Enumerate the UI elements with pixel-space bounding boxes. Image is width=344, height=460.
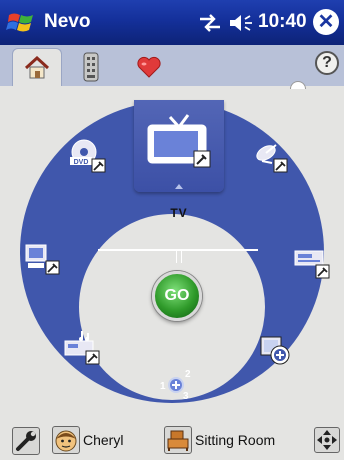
numbers-icon[interactable]: 2 1 3 (156, 365, 196, 403)
settings-button[interactable] (12, 427, 40, 455)
four-way-arrow-icon (317, 430, 337, 450)
armchair-icon (167, 430, 189, 451)
satellite-dish-icon[interactable] (252, 139, 292, 177)
dvd-label: DVD (74, 159, 89, 166)
navigation-button[interactable] (314, 427, 340, 453)
room-icon-box (164, 426, 192, 454)
app-window: ? TV GO DVD 2 1 3 Cheryl Sitting Room (0, 45, 344, 460)
clock[interactable]: 10:40 (258, 11, 307, 33)
home-icon (24, 55, 50, 78)
connectivity-icon[interactable] (198, 14, 222, 32)
close-button[interactable]: ✕ (313, 9, 339, 35)
user-selector[interactable]: Cheryl (52, 425, 123, 455)
chevron-up-icon (175, 184, 183, 189)
room-selector[interactable]: Sitting Room (164, 425, 275, 455)
tab-home[interactable] (12, 48, 62, 86)
dvd-icon[interactable]: DVD (66, 137, 106, 175)
tab-remote[interactable] (66, 48, 116, 86)
add-device-icon[interactable] (258, 333, 298, 371)
go-button[interactable]: GO (152, 271, 202, 321)
wrench-icon (16, 431, 36, 451)
computer-icon[interactable] (22, 241, 62, 279)
speaker-icon[interactable] (228, 13, 254, 33)
scroll-indicator[interactable] (290, 81, 306, 89)
tab-favorites[interactable] (124, 48, 174, 86)
face-icon (55, 430, 77, 452)
number-2-label: 2 (185, 369, 191, 380)
tv-icon[interactable] (144, 105, 214, 169)
divider-tick (176, 251, 182, 263)
number-3-label: 3 (183, 391, 189, 402)
title-bar: Nevo 10:40 ✕ (0, 0, 344, 45)
avatar (52, 426, 80, 454)
tab-strip: ? (0, 45, 344, 89)
vcr-icon[interactable] (292, 245, 332, 283)
help-button[interactable]: ? (315, 51, 339, 75)
app-title: Nevo (44, 11, 91, 32)
room-name: Sitting Room (195, 432, 276, 448)
number-1-label: 1 (160, 381, 166, 392)
selected-device-label: TV (170, 206, 188, 220)
audio-receiver-icon[interactable] (62, 329, 102, 367)
heart-icon (137, 56, 161, 78)
bottom-bar: Cheryl Sitting Room (0, 421, 344, 460)
user-name: Cheryl (83, 432, 124, 448)
windows-flag-icon[interactable] (6, 9, 38, 37)
remote-icon (83, 52, 99, 82)
